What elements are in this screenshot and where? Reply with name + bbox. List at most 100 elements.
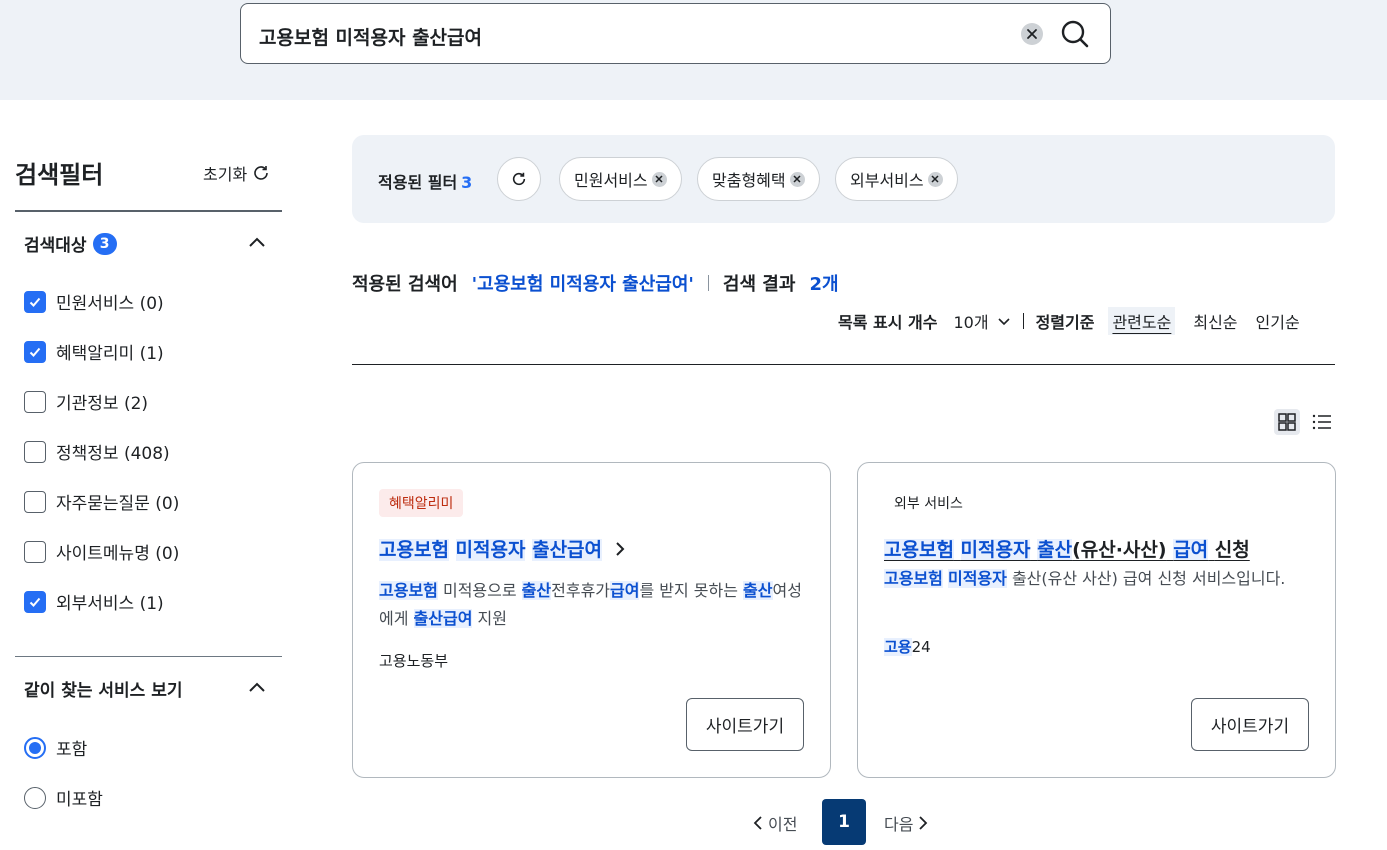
- desc-keyword: 고용보험: [884, 569, 943, 588]
- checkbox[interactable]: [24, 340, 46, 363]
- clear-search-button[interactable]: [1021, 23, 1043, 45]
- desc-keyword: 미적용자: [947, 569, 1007, 588]
- card-organization: 고용24: [884, 636, 931, 657]
- filter-chip-custom-benefit[interactable]: 맞춤형혜택: [697, 157, 820, 201]
- applied-filters-text: 적용된 필터: [378, 173, 458, 192]
- remove-chip-button[interactable]: [789, 171, 805, 187]
- sort-latest[interactable]: 최신순: [1193, 309, 1237, 333]
- prev-page-button[interactable]: 이전: [752, 811, 797, 835]
- reset-filters-button[interactable]: [497, 157, 541, 201]
- checkbox[interactable]: [24, 440, 46, 463]
- checkbox-row[interactable]: 사이트메뉴명 (0): [24, 539, 179, 564]
- title-keyword: 고용보험: [884, 539, 954, 561]
- category-tag: 혜택알리미: [379, 489, 464, 517]
- title-keyword: 출산: [1037, 539, 1073, 561]
- title-text: 신청: [1214, 539, 1250, 561]
- section-title: 같이 찾는 서비스 보기: [24, 681, 183, 701]
- sort-label: 정렬기준: [1035, 313, 1095, 332]
- checkbox[interactable]: [24, 390, 46, 413]
- search-box[interactable]: 고용보험 미적용자 출산급여: [240, 3, 1111, 64]
- checkbox-label: 민원서비스 (0): [56, 294, 164, 314]
- chevron-up-icon[interactable]: [247, 677, 267, 697]
- checkbox-label: 사이트메뉴명 (0): [56, 544, 180, 564]
- checkbox-row[interactable]: 외부서비스 (1): [24, 589, 164, 614]
- checkbox-row[interactable]: 자주묻는질문 (0): [24, 489, 179, 514]
- checkbox-row[interactable]: 민원서비스 (0): [24, 289, 164, 314]
- page-number-current[interactable]: 1: [822, 799, 866, 845]
- remove-chip-button[interactable]: [927, 171, 943, 187]
- card-title-link[interactable]: 고용보험 미적용자 출산급여: [379, 537, 627, 563]
- close-icon: [1027, 29, 1037, 39]
- grid-view-button[interactable]: [1274, 409, 1300, 435]
- section-search-target[interactable]: 검색대상 3: [24, 231, 117, 256]
- chevron-right-icon: [615, 542, 625, 556]
- chip-label: 민원서비스: [574, 171, 648, 190]
- divider: [352, 364, 1335, 365]
- next-page-button[interactable]: 다음: [884, 811, 929, 835]
- list-view-button[interactable]: [1309, 409, 1335, 435]
- title-keyword: 고용보험: [379, 539, 449, 561]
- filter-chip-civil-service[interactable]: 민원서비스: [559, 157, 682, 201]
- chevron-up-icon[interactable]: [247, 232, 267, 252]
- applied-query-label: 적용된 검색어: [352, 274, 458, 295]
- radio-button[interactable]: [24, 736, 46, 759]
- divider: [1022, 313, 1024, 329]
- card-title-link[interactable]: 고용보험 미적용자 출산(유산·사산) 급여 신청: [884, 537, 1250, 563]
- search-button[interactable]: [1059, 18, 1091, 50]
- sort-popular[interactable]: 인기순: [1256, 309, 1300, 333]
- desc-keyword: 고용보험: [379, 581, 438, 600]
- checkbox-row[interactable]: 정책정보 (408): [24, 439, 170, 464]
- card-description: 고용보험 미적용자 출산(유산 사산) 급여 신청 서비스입니다.: [884, 565, 1309, 593]
- checkbox[interactable]: [24, 590, 46, 613]
- card-organization: 고용노동부: [379, 652, 449, 670]
- filter-chip-external-service[interactable]: 외부서비스: [835, 157, 958, 201]
- visit-site-button[interactable]: 사이트가기: [1191, 698, 1309, 751]
- chevron-down-icon: [997, 318, 1010, 326]
- divider: [707, 275, 709, 291]
- desc-text: 출산(유산 사산) 급여 신청 서비스입니다.: [1006, 569, 1286, 588]
- title-keyword: 급여: [1173, 539, 1209, 561]
- list-icon: [1312, 414, 1331, 430]
- check-icon: [29, 597, 41, 607]
- chip-label: 외부서비스: [850, 171, 924, 190]
- org-text: 24: [911, 638, 931, 656]
- filter-panel-title: 검색필터: [15, 161, 104, 189]
- reset-label: 초기화: [203, 165, 248, 184]
- remove-chip-button[interactable]: [651, 171, 667, 187]
- title-keyword: 미적용자: [960, 539, 1031, 561]
- page-size-select[interactable]: 10개: [953, 309, 1010, 333]
- chevron-left-icon: [753, 816, 762, 830]
- count-badge: 3: [92, 232, 117, 255]
- checkbox-row[interactable]: 혜택알리미 (1): [24, 339, 164, 364]
- result-card: 외부 서비스 고용보험 미적용자 출산(유산·사산) 급여 신청 고용보험 미적…: [857, 462, 1336, 778]
- list-controls: 목록 표시 개수 10개 정렬기준 관련도순 최신순 인기순: [838, 307, 1300, 335]
- applied-query: '고용보험 미적용자 출산급여': [471, 274, 694, 295]
- result-count: 2개: [809, 274, 839, 295]
- sort-relevance[interactable]: 관련도순: [1108, 307, 1176, 335]
- divider: [15, 210, 282, 212]
- chip-label: 맞춤형혜택: [712, 171, 786, 190]
- search-input[interactable]: 고용보험 미적용자 출산급여: [259, 23, 482, 50]
- radio-label: 포함: [56, 740, 88, 760]
- section-title: 검색대상: [24, 236, 87, 256]
- checkbox-label: 자주묻는질문 (0): [56, 494, 180, 514]
- prev-label: 이전: [768, 815, 798, 834]
- radio-include[interactable]: 포함: [24, 735, 87, 760]
- page-size-value: 10개: [953, 313, 989, 332]
- section-related-services[interactable]: 같이 찾는 서비스 보기: [24, 676, 183, 701]
- desc-keyword: 출산급여: [413, 609, 473, 628]
- checkbox-row[interactable]: 기관정보 (2): [24, 389, 148, 414]
- check-icon: [29, 347, 41, 357]
- checkbox[interactable]: [24, 540, 46, 563]
- applied-filters-label: 적용된 필터 3: [378, 169, 472, 193]
- visit-site-button[interactable]: 사이트가기: [686, 698, 804, 751]
- checkbox[interactable]: [24, 490, 46, 513]
- reset-button[interactable]: 초기화: [203, 161, 270, 185]
- title-keyword: 출산급여: [532, 539, 603, 561]
- checkbox-label: 기관정보 (2): [56, 394, 149, 414]
- checkbox[interactable]: [24, 290, 46, 313]
- refresh-icon: [512, 172, 526, 186]
- result-count-label: 검색 결과: [722, 274, 796, 295]
- close-icon: [931, 175, 939, 183]
- close-icon: [655, 175, 663, 183]
